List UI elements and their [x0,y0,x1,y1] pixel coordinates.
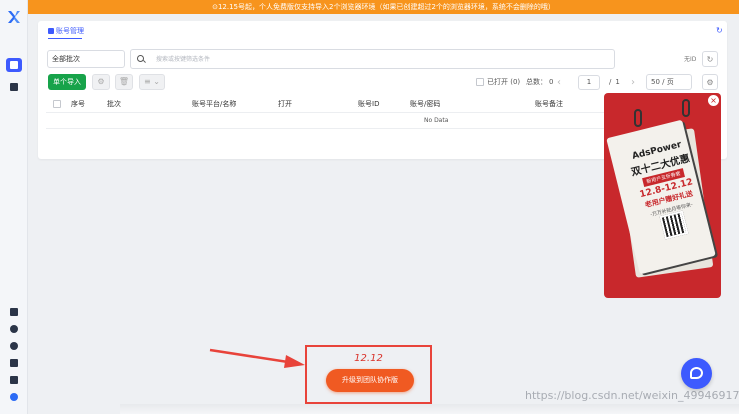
promo-ad-card[interactable]: × AdsPower 双十二大优惠 新用户五折券套 12.8-12.12 老用户… [604,93,721,298]
prev-page-button[interactable]: ‹ [557,74,561,90]
column-header: 打开 [278,100,292,108]
per-page-value[interactable]: 50 / 页 [646,74,692,90]
page-separator: / [609,78,612,86]
tab-account-management[interactable]: 账号管理 [48,24,84,38]
sidebar-item-notes[interactable] [6,305,22,319]
search-icon [137,55,144,62]
sidebar-item-accounts[interactable] [6,58,22,72]
select-all-checkbox[interactable] [53,100,61,108]
table-header: 序号 批次 账号平台/名称 打开 账号ID 账号/密码 账号备注 [46,95,606,113]
help-icon [10,325,18,333]
calendar-ring-icon [682,99,690,117]
column-settings-button[interactable]: ⚙ [702,74,718,90]
screen-icon [10,359,18,367]
search-box[interactable] [130,49,615,69]
calendar-ring-icon [634,109,642,127]
total-count: 总数： 0 [526,74,553,90]
logo-icon [8,11,20,23]
tab-label: 账号管理 [56,27,84,35]
moon-icon [10,342,18,350]
table-divider [46,128,606,129]
sidebar-item-help[interactable] [6,322,22,336]
sidebar-item-theme[interactable] [6,339,22,353]
red-arrow-icon [209,348,305,368]
settings-button[interactable]: ⚙ [92,74,110,90]
bottom-bar [120,404,739,414]
search-input[interactable] [156,50,596,68]
column-header: 账号/密码 [410,100,441,108]
column-header: 批次 [107,100,121,108]
opened-checkbox[interactable] [476,78,484,86]
column-header: 账号平台/名称 [192,100,237,108]
opened-label: 已打开 (0) [487,78,521,86]
notice-banner: ⊙12.15号起，个人免费版仅支持导入2个浏览器环境（如果已创建超过2个的浏览器… [28,0,739,14]
sidebar-item-user[interactable] [6,390,22,404]
close-icon[interactable]: × [708,95,719,106]
empty-table-text: No Data [424,117,449,124]
page-total: 1 [615,78,620,86]
refresh-icon[interactable]: ↻ [716,27,724,35]
list-icon [48,28,54,34]
delete-button[interactable]: 🗑 [115,74,133,90]
id-filter-label[interactable]: 无ID [684,54,696,63]
next-page-button[interactable]: › [631,74,635,90]
more-dropdown[interactable]: ≡ ⌄ [139,74,165,90]
user-icon [10,393,18,401]
opened-filter[interactable]: 已打开 (0) [476,74,520,90]
upgrade-team-button[interactable]: 升级到团队协作版 [326,369,414,392]
sidebar-item-screen[interactable] [6,356,22,370]
list-icon [10,61,18,69]
column-header: 序号 [71,100,85,108]
single-import-button[interactable]: 单个导入 [48,74,86,90]
chat-bubble-icon [690,367,703,379]
id-card-icon [10,83,18,91]
upgrade-promo-box: 12.12 升级到团队协作版 [305,345,432,404]
tab-underline [48,38,82,39]
total-label: 总数： [526,78,547,86]
reload-button[interactable]: ↻ [702,51,718,67]
chat-support-button[interactable] [681,358,712,389]
note-icon [10,308,18,316]
sidebar [0,0,28,414]
page-input[interactable]: 1 [578,74,600,90]
sidebar-item-profile[interactable] [6,80,22,94]
column-header: 账号ID [358,100,380,108]
watermark-text: https://blog.csdn.net/weixin_49946917 [525,389,739,402]
sidebar-item-settings[interactable] [6,373,22,387]
promo-title: 12.12 [354,353,383,364]
batch-select[interactable]: 全部批次 [47,50,125,68]
sliders-icon [10,376,18,384]
total-value: 0 [549,78,554,86]
page-nav: 1 / 1 [578,74,620,90]
per-page-select[interactable]: 50 / 页 [646,74,692,90]
column-header: 账号备注 [535,100,563,108]
